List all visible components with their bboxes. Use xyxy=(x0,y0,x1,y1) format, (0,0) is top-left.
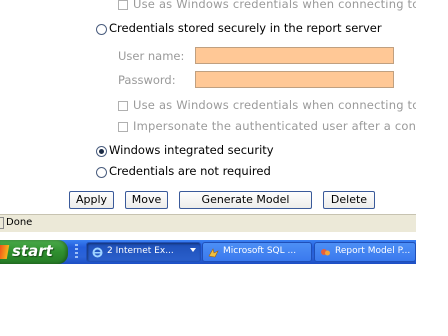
user-name-label: User name: xyxy=(118,49,185,63)
status-bar: Done xyxy=(0,214,416,232)
page-margin xyxy=(416,0,448,336)
page-icon xyxy=(0,217,4,229)
taskbar-item-label: 2 Internet Ex... xyxy=(107,246,174,256)
taskbar-item-report-model[interactable]: Report Model P... xyxy=(314,242,416,262)
windows-integrated-label: Windows integrated security xyxy=(109,143,274,157)
stored-credentials-radio[interactable] xyxy=(96,24,107,35)
start-label: start xyxy=(12,242,53,260)
use-windows-creds-label-1: Use as Windows credentials when connecti… xyxy=(133,0,416,11)
impersonate-label: Impersonate the authenticated user after… xyxy=(133,119,416,133)
taskbar: start 2 Internet Ex... Microsoft SQL ...… xyxy=(0,240,416,264)
status-text: Done xyxy=(6,217,33,228)
not-required-radio[interactable] xyxy=(96,167,107,178)
sql-icon xyxy=(208,248,219,258)
use-windows-creds-checkbox-2[interactable] xyxy=(118,101,128,111)
use-windows-creds-label-2: Use as Windows credentials when connecti… xyxy=(133,98,416,112)
apply-button[interactable]: Apply xyxy=(69,191,114,209)
move-button[interactable]: Move xyxy=(125,191,168,209)
taskbar-item-sql[interactable]: Microsoft SQL ... xyxy=(202,242,312,262)
use-windows-creds-checkbox-1[interactable] xyxy=(118,0,128,10)
page-content: Use as Windows credentials when connecti… xyxy=(0,0,416,214)
impersonate-checkbox[interactable] xyxy=(118,122,128,132)
taskbar-item-label: Microsoft SQL ... xyxy=(223,246,297,256)
chevron-down-icon xyxy=(190,248,196,252)
taskbar-grip[interactable] xyxy=(75,244,78,260)
delete-button[interactable]: Delete xyxy=(323,191,375,209)
password-label: Password: xyxy=(118,73,176,87)
not-required-label: Credentials are not required xyxy=(109,164,271,178)
windows-integrated-radio[interactable] xyxy=(96,146,107,157)
ie-icon xyxy=(92,247,103,258)
windows-flag-icon xyxy=(0,245,10,259)
taskbar-item-label: Report Model P... xyxy=(335,246,411,256)
password-field[interactable] xyxy=(195,71,394,88)
stored-credentials-label: Credentials stored securely in the repor… xyxy=(109,21,382,35)
generate-model-button[interactable]: Generate Model xyxy=(179,191,312,209)
user-name-field[interactable] xyxy=(195,47,394,64)
report-model-icon xyxy=(321,249,330,256)
start-button[interactable]: start xyxy=(0,240,68,264)
taskbar-item-internet-explorer[interactable]: 2 Internet Ex... xyxy=(86,242,201,262)
